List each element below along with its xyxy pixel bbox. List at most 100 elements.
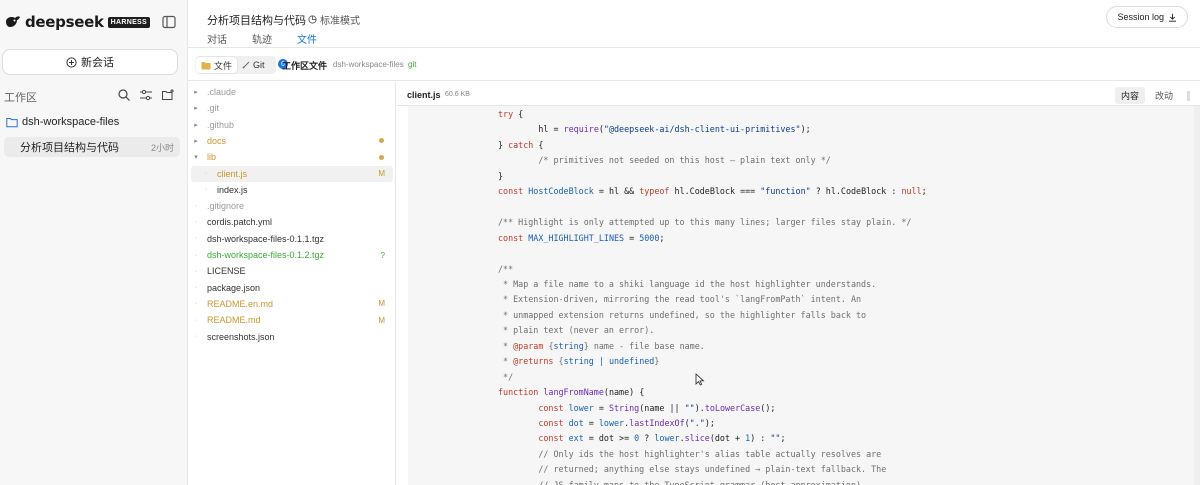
tree-item[interactable]: · LICENSE <box>191 263 393 279</box>
code-token: HostCodeBlock <box>528 186 594 197</box>
code-token: (dot + <box>709 433 746 444</box>
code-token: /** <box>498 263 514 274</box>
new-folder-icon[interactable] <box>161 88 175 102</box>
chevron-right-icon: ▸ <box>194 121 198 129</box>
mode-indicator[interactable]: 标准模式 <box>308 12 360 27</box>
code-token: ; <box>780 433 786 444</box>
view-divider <box>1187 90 1190 101</box>
tree-item[interactable]: ▸ .claude <box>191 84 393 100</box>
workspace-label: 工作区 <box>4 92 37 104</box>
session-time: 2小时 <box>150 142 174 153</box>
file-bullet-icon: · <box>194 267 198 275</box>
view-content-tab[interactable]: 内容 <box>1114 87 1145 104</box>
session-log-button[interactable]: Session log <box>1106 6 1188 28</box>
tree-item[interactable]: · client.js M <box>191 165 393 182</box>
code-viewer[interactable]: try { hl = require("@deepseek-ai/dsh-cli… <box>408 106 1194 485</box>
code-token: // JS family maps to the TypeScript gram… <box>498 479 862 485</box>
code-line: * @param {string} name - file base name. <box>498 339 705 354</box>
tree-item[interactable]: · package.json <box>191 280 393 296</box>
code-line: // Only ids the host highlighter's alias… <box>498 447 881 462</box>
tree-item[interactable]: · cordis.patch.yml <box>191 214 393 230</box>
tree-item[interactable]: · index.js <box>191 182 393 198</box>
view-tabs: 内容 改动 <box>1111 87 1190 104</box>
code-token: ; <box>921 186 927 197</box>
code-token: lower <box>568 402 594 413</box>
tab-conversation[interactable]: 对话 <box>207 31 227 51</box>
session-item[interactable]: 分析项目结构与代码 2小时 <box>4 137 180 157</box>
tree-item[interactable]: · .gitignore <box>191 198 393 214</box>
tree-item-label: .claude <box>207 87 237 97</box>
tree-item[interactable]: · README.md M <box>191 312 393 328</box>
code-scrollbar[interactable] <box>1194 106 1200 485</box>
folder-icon <box>6 117 18 127</box>
code-token: try <box>498 109 514 119</box>
file-bullet-icon: · <box>194 235 198 243</box>
modified-dot-icon <box>379 154 384 160</box>
code-token: const <box>498 232 524 243</box>
tree-item[interactable]: · dsh-workspace-files-0.1.2.tgz? <box>191 247 393 263</box>
page-title: 分析项目结构与代码 <box>207 15 306 27</box>
code-token: const <box>538 433 564 444</box>
code-token: lastIndexOf <box>629 418 685 428</box>
code-token: "" <box>684 402 695 413</box>
header: 分析项目结构与代码 标准模式 对话 轨迹 文件 Session log <box>188 0 1200 53</box>
chevron-right-icon: ▸ <box>194 105 198 113</box>
code-token: /** Highlight is only attempted up to th… <box>498 217 912 228</box>
workspace-folder-item[interactable]: dsh-workspace-files <box>6 116 119 128</box>
code-token: * unmapped extension returns undefined, … <box>498 309 867 320</box>
tree-item[interactable]: ▸ .git <box>191 100 393 116</box>
file-bullet-icon: · <box>204 186 208 194</box>
code-token: ? <box>639 433 655 444</box>
tree-item-label: dsh-workspace-files-0.1.1.tgz <box>207 233 325 244</box>
file-bullet-icon: · <box>194 202 198 210</box>
sidebar-toggle-icon[interactable] <box>162 15 176 29</box>
search-icon[interactable] <box>117 88 131 102</box>
code-line: /** <box>498 262 513 277</box>
code-token: { <box>513 109 524 119</box>
code-line: // JS family maps to the TypeScript gram… <box>498 478 861 485</box>
brand-logo[interactable]: deepseek HARNESS <box>5 12 150 32</box>
mode-label: 标准模式 <box>320 16 360 27</box>
workspace-files-title: 工作区文件 <box>282 61 328 71</box>
tree-item[interactable]: ▸ .github <box>191 117 393 133</box>
code-token: } <box>498 170 504 181</box>
tab-trajectory[interactable]: 轨迹 <box>252 31 272 51</box>
code-token: /* primitives not seeded on this host — … <box>498 155 831 166</box>
code-line: const MAX_HIGHLIGHT_LINES = 5000; <box>498 231 664 246</box>
tree-item-label: docs <box>207 135 227 146</box>
tree-item[interactable]: ▾ lib <box>191 149 393 165</box>
code-token: * plain text (never an error). <box>498 325 655 336</box>
code-token: */ <box>498 371 514 382</box>
code-token: "function" <box>760 186 811 197</box>
code-filename: client.js <box>407 90 441 100</box>
code-line: /** Highlight is only attempted up to th… <box>498 215 911 230</box>
tree-item[interactable]: · screenshots.json <box>191 329 393 345</box>
code-line: const dot = lower.lastIndexOf("."); <box>498 416 715 431</box>
files-toolbar: 文件 Git 6 工作区文件 dsh-workspace-files git <box>188 49 1200 81</box>
download-icon <box>1169 13 1176 22</box>
files-switch-button[interactable]: 文件 <box>196 57 238 73</box>
code-token: null <box>901 186 922 197</box>
code-token: langFromName <box>543 387 604 398</box>
code-token: = hl && <box>593 186 640 197</box>
code-line: * Extension-driven, mirroring the read t… <box>498 292 861 307</box>
sidebar: deepseek HARNESS 新会话 工作区 dsh-workspace-f… <box>0 0 188 485</box>
folder-icon <box>201 61 211 69</box>
workspace-tools <box>117 88 175 102</box>
tree-item[interactable]: · dsh-workspace-files-0.1.1.tgz <box>191 231 393 247</box>
view-changes-tab[interactable]: 改动 <box>1149 87 1179 104</box>
code-line: * unmapped extension returns undefined, … <box>498 308 866 323</box>
filter-sliders-icon[interactable] <box>139 88 153 102</box>
file-bullet-icon: · <box>194 284 198 292</box>
code-line: */ <box>498 370 513 385</box>
code-line: // returned; anything else stays undefin… <box>498 462 886 477</box>
tree-item[interactable]: · README.en.md M <box>191 296 393 312</box>
new-chat-button[interactable]: 新会话 <box>2 49 178 75</box>
git-switch-button[interactable]: Git <box>237 57 270 73</box>
deepseek-whale-icon <box>6 16 20 27</box>
file-bullet-icon: · <box>194 218 198 226</box>
tab-files[interactable]: 文件 <box>297 31 317 53</box>
tree-item[interactable]: ▸ docs <box>191 133 393 149</box>
